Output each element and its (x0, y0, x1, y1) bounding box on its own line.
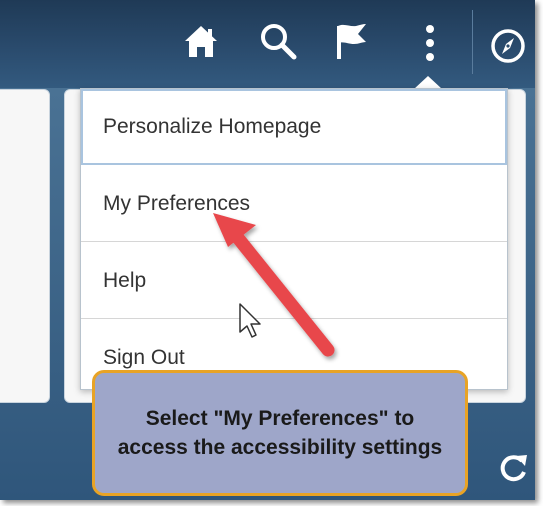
instruction-callout: Select "My Preferences" to access the ac… (92, 370, 468, 496)
callout-text: Select "My Preferences" to access the ac… (117, 407, 443, 459)
refresh-icon[interactable] (496, 452, 530, 491)
screenshot-stage: Personalize Homepage My Preferences Help… (0, 0, 535, 500)
